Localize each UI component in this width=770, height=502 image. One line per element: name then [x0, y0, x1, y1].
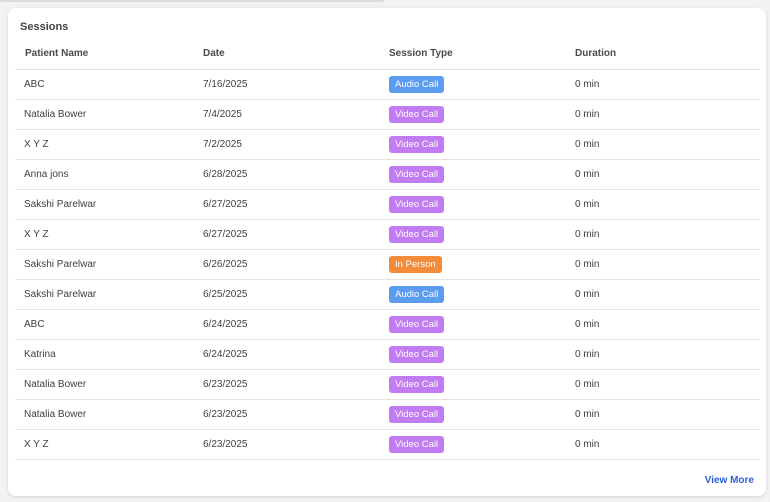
header-date: Date: [203, 38, 389, 70]
header-session-type: Session Type: [389, 38, 575, 70]
table-row[interactable]: Natalia Bower 6/23/2025 Video Call 0 min: [15, 399, 760, 430]
session-type-badge: Audio Call: [389, 286, 445, 303]
view-more-link[interactable]: View More: [705, 475, 754, 486]
session-type-badge: Video Call: [389, 346, 445, 363]
patient-name-cell: ABC: [15, 69, 203, 100]
session-type-cell: Video Call: [389, 429, 575, 460]
date-cell: 6/24/2025: [203, 339, 389, 370]
table-row[interactable]: Sakshi Parelwar 6/25/2025 Audio Call 0 min: [15, 279, 760, 310]
session-type-badge: Video Call: [389, 376, 445, 393]
top-scroll-strip: [0, 0, 384, 2]
date-cell: 7/4/2025: [203, 99, 389, 130]
patient-name-cell: Natalia Bower: [15, 399, 203, 430]
patient-name-cell: Natalia Bower: [15, 99, 203, 130]
session-type-cell: Video Call: [389, 309, 575, 340]
duration-cell: 0 min: [575, 159, 760, 190]
session-type-badge: Video Call: [389, 406, 445, 423]
table-row[interactable]: X Y Z 6/23/2025 Video Call 0 min: [15, 429, 760, 460]
date-cell: 6/23/2025: [203, 399, 389, 430]
table-body: ABC 7/16/2025 Audio Call 0 min Natalia Bower…: [15, 69, 760, 460]
session-type-badge: Video Call: [389, 166, 445, 183]
session-type-badge: Video Call: [389, 436, 445, 453]
patient-name-cell: Katrina: [15, 339, 203, 370]
patient-name-cell: Sakshi Parelwar: [15, 249, 203, 280]
patient-name-cell: X Y Z: [15, 129, 203, 160]
date-cell: 6/24/2025: [203, 309, 389, 340]
date-cell: 7/16/2025: [203, 69, 389, 100]
table-row[interactable]: Natalia Bower 6/23/2025 Video Call 0 min: [15, 369, 760, 400]
session-type-cell: Video Call: [389, 189, 575, 220]
date-cell: 6/26/2025: [203, 249, 389, 280]
patient-name-cell: Natalia Bower: [15, 369, 203, 400]
table-row[interactable]: Sakshi Parelwar 6/27/2025 Video Call 0 min: [15, 189, 760, 220]
session-type-cell: Video Call: [389, 399, 575, 430]
duration-cell: 0 min: [575, 369, 760, 400]
sessions-card: Sessions Patient Name Date Session Type …: [8, 8, 766, 496]
session-type-badge: In Person: [389, 256, 442, 273]
sessions-table: Patient Name Date Session Type Duration …: [15, 38, 760, 460]
duration-cell: 0 min: [575, 429, 760, 460]
table-header-row: Patient Name Date Session Type Duration: [15, 38, 760, 70]
table-row[interactable]: Katrina 6/24/2025 Video Call 0 min: [15, 339, 760, 370]
session-type-badge: Video Call: [389, 316, 445, 333]
session-type-cell: Video Call: [389, 129, 575, 160]
date-cell: 6/23/2025: [203, 369, 389, 400]
session-type-cell: Video Call: [389, 219, 575, 250]
date-cell: 6/23/2025: [203, 429, 389, 460]
session-type-badge: Video Call: [389, 136, 445, 153]
duration-cell: 0 min: [575, 189, 760, 220]
table-row[interactable]: ABC 7/16/2025 Audio Call 0 min: [15, 69, 760, 100]
duration-cell: 0 min: [575, 129, 760, 160]
session-type-badge: Video Call: [389, 196, 445, 213]
date-cell: 6/28/2025: [203, 159, 389, 190]
date-cell: 6/25/2025: [203, 279, 389, 310]
table-row[interactable]: X Y Z 7/2/2025 Video Call 0 min: [15, 129, 760, 160]
patient-name-cell: X Y Z: [15, 219, 203, 250]
date-cell: 6/27/2025: [203, 189, 389, 220]
duration-cell: 0 min: [575, 99, 760, 130]
date-cell: 7/2/2025: [203, 129, 389, 160]
card-title: Sessions: [20, 21, 69, 33]
duration-cell: 0 min: [575, 249, 760, 280]
session-type-badge: Video Call: [389, 106, 445, 123]
header-duration: Duration: [575, 38, 760, 70]
patient-name-cell: X Y Z: [15, 429, 203, 460]
session-type-cell: Video Call: [389, 99, 575, 130]
table-row[interactable]: Anna jons 6/28/2025 Video Call 0 min: [15, 159, 760, 190]
session-type-badge: Audio Call: [389, 76, 445, 93]
session-type-cell: Video Call: [389, 159, 575, 190]
session-type-cell: Audio Call: [389, 69, 575, 100]
session-type-cell: Video Call: [389, 369, 575, 400]
table-row[interactable]: Natalia Bower 7/4/2025 Video Call 0 min: [15, 99, 760, 130]
table-row[interactable]: X Y Z 6/27/2025 Video Call 0 min: [15, 219, 760, 250]
session-type-cell: Video Call: [389, 339, 575, 370]
duration-cell: 0 min: [575, 399, 760, 430]
session-type-cell: Audio Call: [389, 279, 575, 310]
patient-name-cell: Anna jons: [15, 159, 203, 190]
session-type-badge: Video Call: [389, 226, 445, 243]
date-cell: 6/27/2025: [203, 219, 389, 250]
table-row[interactable]: Sakshi Parelwar 6/26/2025 In Person 0 min: [15, 249, 760, 280]
duration-cell: 0 min: [575, 309, 760, 340]
duration-cell: 0 min: [575, 219, 760, 250]
patient-name-cell: Sakshi Parelwar: [15, 279, 203, 310]
patient-name-cell: ABC: [15, 309, 203, 340]
duration-cell: 0 min: [575, 279, 760, 310]
session-type-cell: In Person: [389, 249, 575, 280]
duration-cell: 0 min: [575, 339, 760, 370]
duration-cell: 0 min: [575, 69, 760, 100]
header-patient-name: Patient Name: [15, 38, 203, 70]
table-row[interactable]: ABC 6/24/2025 Video Call 0 min: [15, 309, 760, 340]
patient-name-cell: Sakshi Parelwar: [15, 189, 203, 220]
